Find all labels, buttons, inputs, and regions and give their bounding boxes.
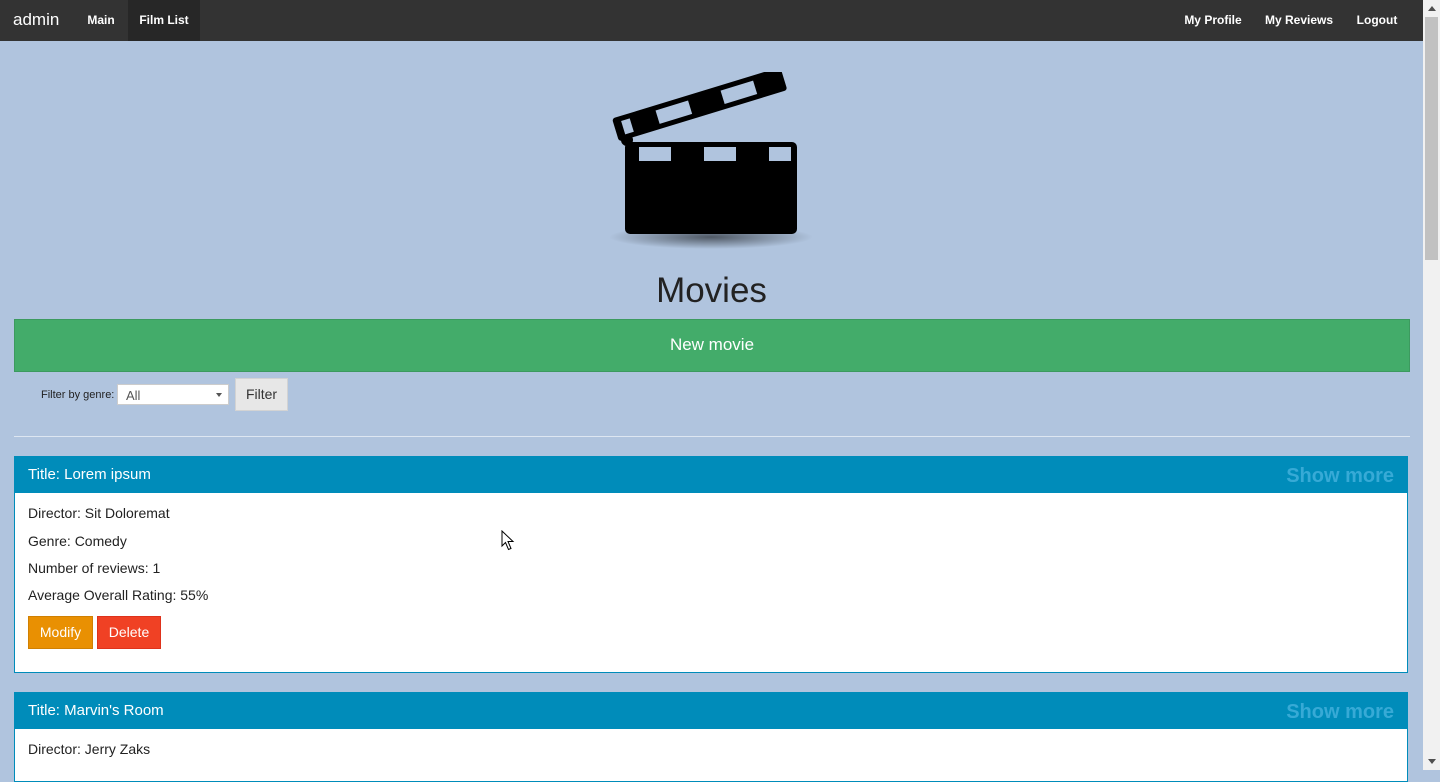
mouse-cursor-icon xyxy=(501,530,515,551)
filter-button[interactable]: Filter xyxy=(235,378,288,411)
nav-film-list[interactable]: Film List xyxy=(128,0,200,41)
movie-panel: Title: Lorem ipsum Show more Director: S… xyxy=(14,456,1408,673)
show-more-link[interactable]: Show more xyxy=(1286,693,1394,731)
nav-logout[interactable]: Logout xyxy=(1344,0,1410,41)
genre-select[interactable]: All xyxy=(117,384,229,405)
vertical-scrollbar[interactable] xyxy=(1423,0,1440,770)
modify-button[interactable]: Modify xyxy=(28,616,93,649)
genre-select-value: All xyxy=(126,388,141,403)
clapperboard-icon xyxy=(609,72,813,249)
movie-average-rating: Average Overall Rating: 55% xyxy=(28,587,209,603)
divider xyxy=(14,436,1410,437)
movie-title-value: Marvin's Room xyxy=(64,702,164,719)
movie-director: Director: Sit Doloremat xyxy=(28,505,170,521)
movie-title: Title: Marvin's Room xyxy=(28,693,164,729)
page-title: Movies xyxy=(656,271,767,310)
scroll-thumb[interactable] xyxy=(1425,17,1438,260)
movie-panel-header: Title: Marvin's Room Show more xyxy=(15,693,1407,729)
movie-title-value: Lorem ipsum xyxy=(64,466,151,483)
movie-genre: Genre: Comedy xyxy=(28,533,127,549)
movie-title-prefix: Title: xyxy=(28,466,65,483)
filter-by-genre-label: Filter by genre: xyxy=(41,389,115,401)
movie-director: Director: Jerry Zaks xyxy=(28,741,151,757)
delete-button[interactable]: Delete xyxy=(97,616,161,649)
nav-my-reviews[interactable]: My Reviews xyxy=(1254,0,1344,41)
show-more-link[interactable]: Show more xyxy=(1286,457,1394,495)
movie-title: Title: Lorem ipsum xyxy=(28,457,151,493)
top-navbar: admin Main Film List My Profile My Revie… xyxy=(0,0,1423,41)
movie-review-count: Number of reviews: 1 xyxy=(28,560,161,576)
new-movie-button[interactable]: New movie xyxy=(14,319,1410,372)
brand-admin[interactable]: admin xyxy=(13,0,59,41)
nav-main[interactable]: Main xyxy=(74,0,128,41)
movie-panel-header: Title: Lorem ipsum Show more xyxy=(15,457,1407,493)
nav-my-profile[interactable]: My Profile xyxy=(1172,0,1254,41)
movie-title-prefix: Title: xyxy=(28,702,65,719)
movie-panel: Title: Marvin's Room Show more Director:… xyxy=(14,692,1408,782)
scroll-up-arrow-icon[interactable] xyxy=(1423,0,1440,17)
chevron-down-icon xyxy=(216,393,222,397)
scroll-down-arrow-icon[interactable] xyxy=(1423,753,1440,770)
